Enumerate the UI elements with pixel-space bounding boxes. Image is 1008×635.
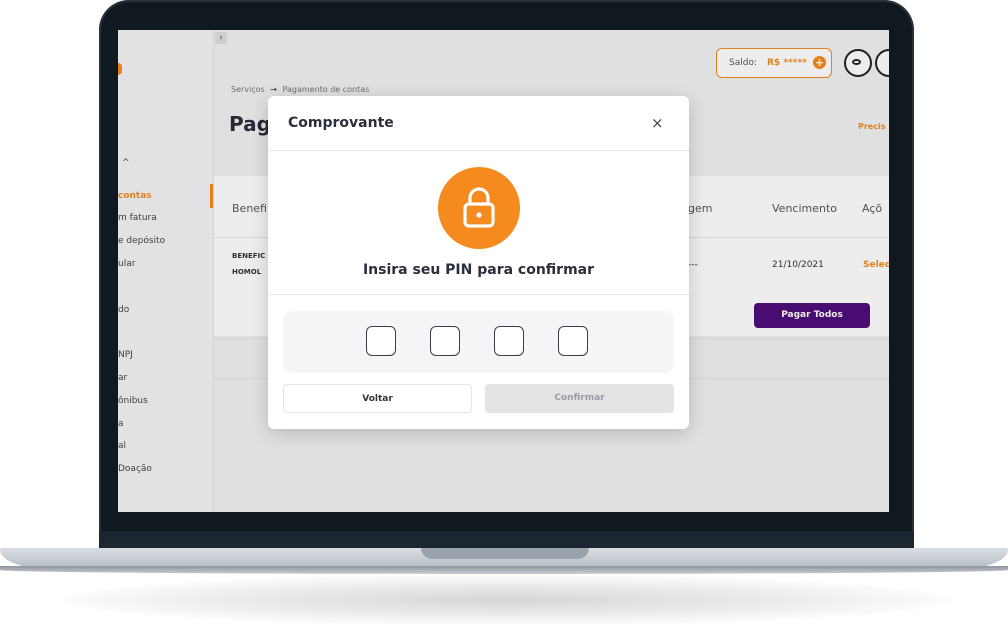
modal-divider-2 [268, 294, 689, 295]
laptop-base-edge [0, 566, 1008, 574]
laptop-shadow [60, 575, 950, 625]
laptop-notch [421, 548, 589, 559]
pin-input-area [283, 311, 674, 373]
modal-title: Comprovante [288, 115, 394, 131]
pin-modal: Comprovante × Insira seu PIN para confir… [268, 96, 689, 429]
pin-digit-3[interactable] [494, 326, 524, 356]
lock-icon [438, 167, 520, 249]
close-icon[interactable]: × [651, 114, 664, 132]
pin-digit-1[interactable] [366, 326, 396, 356]
app-screen: ^ contas m fatura e depósito ular do NPJ… [118, 30, 889, 512]
pin-prompt: Insira seu PIN para confirmar [362, 262, 595, 278]
pin-digit-4[interactable] [558, 326, 588, 356]
modal-divider [268, 150, 689, 151]
back-button[interactable]: Voltar [283, 384, 472, 413]
confirm-button[interactable]: Confirmar [485, 384, 674, 413]
pin-digit-2[interactable] [430, 326, 460, 356]
